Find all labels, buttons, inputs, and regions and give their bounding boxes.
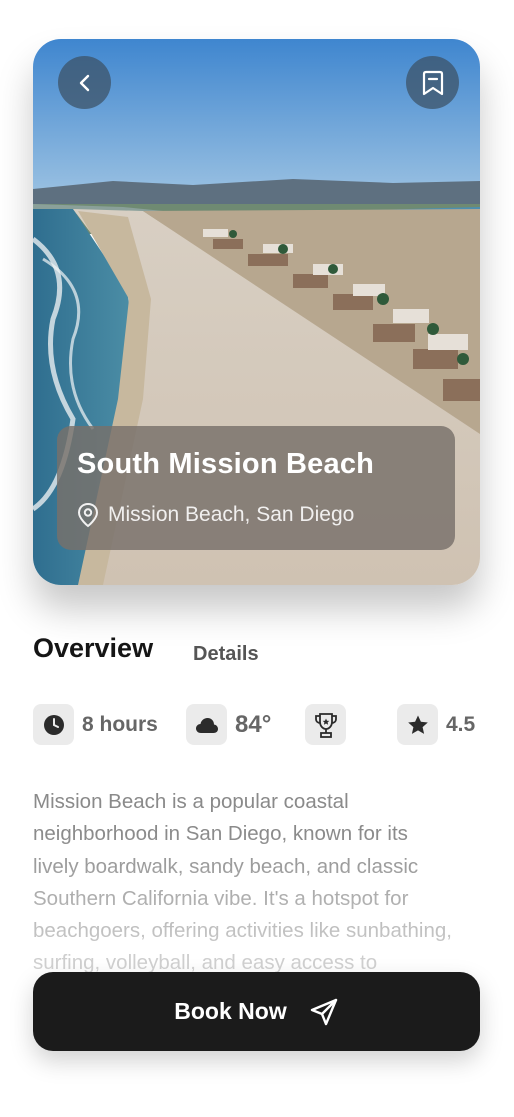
bookmark-icon	[422, 70, 443, 95]
hero-image: South Mission Beach Mission Beach, San D…	[33, 39, 480, 585]
duration-icon-box	[33, 704, 74, 745]
cloud-icon	[195, 717, 218, 733]
stat-weather: 84°	[186, 704, 271, 745]
chevron-left-icon	[79, 74, 89, 91]
book-now-label: Book Now	[174, 998, 287, 1024]
award-icon-box	[305, 704, 346, 745]
location-pin-icon	[77, 502, 99, 528]
send-icon	[310, 998, 337, 1025]
book-now-button[interactable]: Book Now	[33, 972, 480, 1051]
star-icon	[407, 715, 428, 734]
temperature-value: 84°	[235, 710, 272, 738]
tab-overview[interactable]: Overview	[33, 633, 153, 664]
stat-rating: 4.5	[397, 704, 475, 745]
clock-icon	[43, 714, 64, 735]
stat-award	[305, 704, 346, 745]
back-button[interactable]	[58, 56, 111, 109]
rating-icon-box	[397, 704, 438, 745]
tab-details[interactable]: Details	[193, 643, 259, 666]
place-title: South Mission Beach	[77, 448, 375, 480]
duration-value: 8 hours	[82, 712, 158, 736]
trophy-icon	[314, 712, 337, 738]
bookmark-button[interactable]	[406, 56, 459, 109]
stat-duration: 8 hours	[33, 704, 158, 745]
rating-value: 4.5	[446, 712, 476, 736]
place-location: Mission Beach, San Diego	[77, 502, 354, 528]
weather-icon-box	[186, 704, 227, 745]
location-text: Mission Beach, San Diego	[108, 503, 355, 526]
place-info-card: South Mission Beach Mission Beach, San D…	[57, 426, 455, 550]
